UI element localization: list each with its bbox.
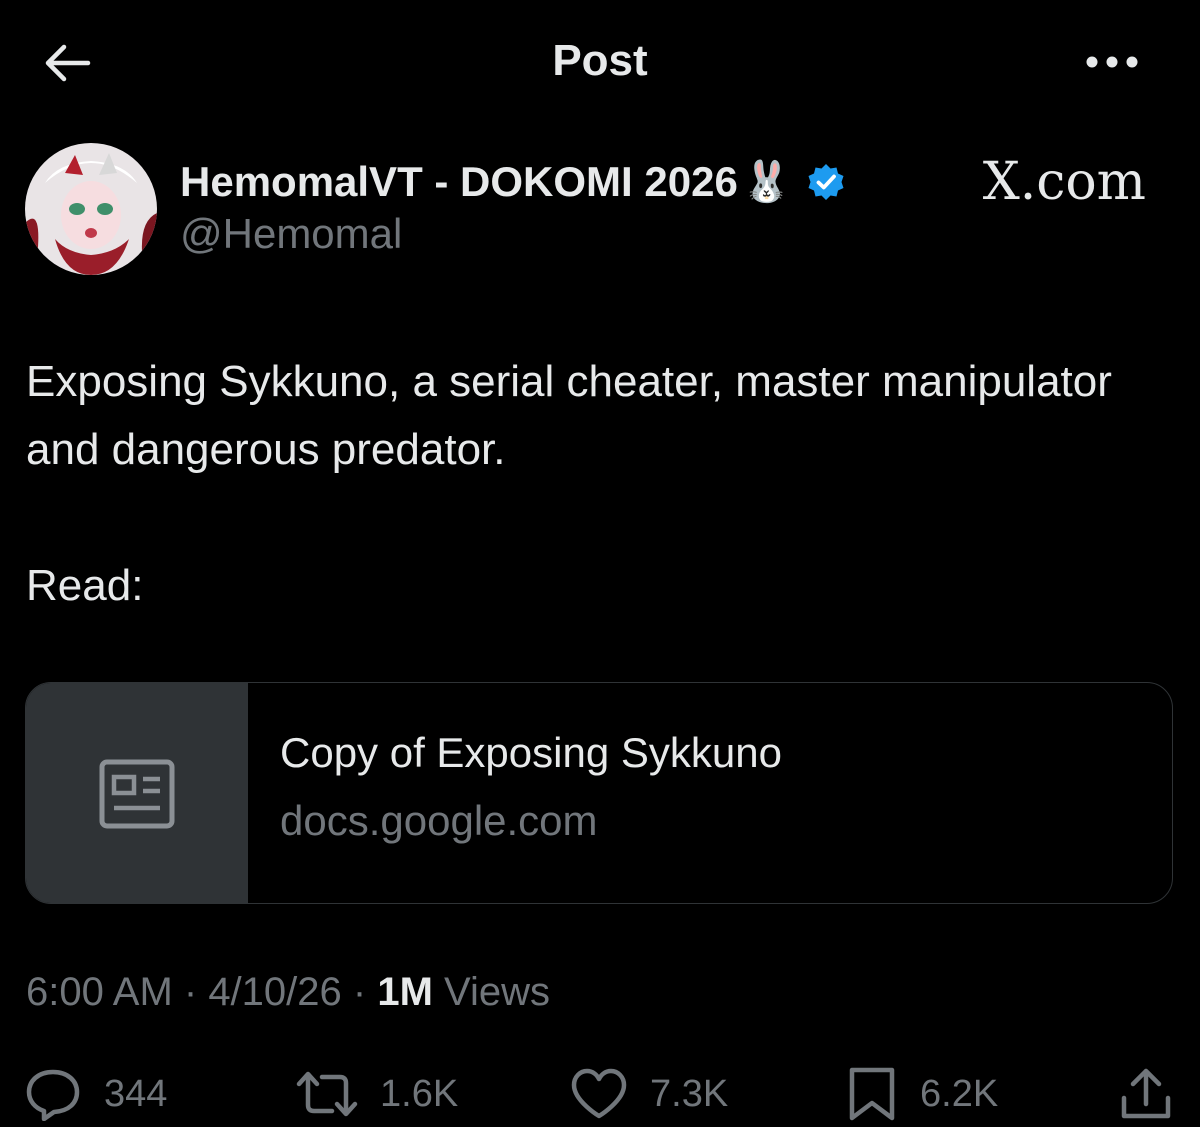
- repost-icon: [296, 1071, 358, 1117]
- more-horizontal-icon: [1086, 56, 1138, 68]
- like-button[interactable]: 7.3K: [570, 1062, 728, 1126]
- share-button[interactable]: [1118, 1062, 1174, 1126]
- repost-button[interactable]: 1.6K: [296, 1062, 458, 1126]
- repost-count: 1.6K: [380, 1072, 459, 1115]
- avatar[interactable]: [25, 143, 157, 275]
- article-icon: [99, 759, 175, 829]
- views-label: Views: [432, 970, 550, 1014]
- bookmark-count: 6.2K: [920, 1072, 999, 1115]
- bookmark-icon: [849, 1067, 895, 1121]
- like-count: 7.3K: [650, 1072, 729, 1115]
- link-preview-card[interactable]: Copy of Exposing Sykkuno docs.google.com: [25, 682, 1173, 904]
- page-title: Post: [552, 36, 648, 85]
- post-meta: 6:00 AM · 4/10/26 · 1M Views: [26, 970, 550, 1015]
- rabbit-emoji: 🐰: [741, 160, 792, 204]
- avatar-image: [25, 143, 157, 275]
- meta-separator: ·: [341, 970, 378, 1014]
- meta-separator: ·: [172, 970, 209, 1014]
- source-watermark: X.com: [982, 152, 1146, 212]
- display-name[interactable]: HemomalVT - DOKOMI 2026: [180, 158, 738, 206]
- top-bar: Post: [0, 0, 1200, 120]
- reply-count: 344: [104, 1072, 168, 1115]
- action-bar: 344 1.6K 7.3K 6.2K: [0, 1062, 1200, 1127]
- views-count: 1M: [377, 970, 433, 1014]
- verified-badge-icon: [808, 164, 844, 200]
- link-card-domain: docs.google.com: [280, 797, 598, 844]
- link-card-title: Copy of Exposing Sykkuno: [280, 729, 782, 776]
- author-handle[interactable]: @Hemomal: [180, 210, 402, 258]
- reply-button[interactable]: 344: [24, 1062, 167, 1126]
- post-line-read: Read:: [26, 561, 144, 610]
- bookmark-button[interactable]: 6.2K: [846, 1062, 998, 1126]
- post-line: Exposing Sykkuno, a serial cheater, mast…: [26, 357, 1112, 474]
- more-button[interactable]: [1080, 40, 1144, 84]
- author-name-row: HemomalVT - DOKOMI 2026 🐰: [180, 152, 846, 212]
- post-date[interactable]: 4/10/26: [208, 970, 341, 1014]
- link-card-thumbnail: [26, 683, 248, 903]
- post-time[interactable]: 6:00 AM: [26, 970, 173, 1014]
- reply-icon: [26, 1069, 80, 1121]
- share-icon: [1121, 1068, 1171, 1119]
- heart-icon: [571, 1068, 627, 1119]
- post-text: Exposing Sykkuno, a serial cheater, mast…: [26, 348, 1166, 620]
